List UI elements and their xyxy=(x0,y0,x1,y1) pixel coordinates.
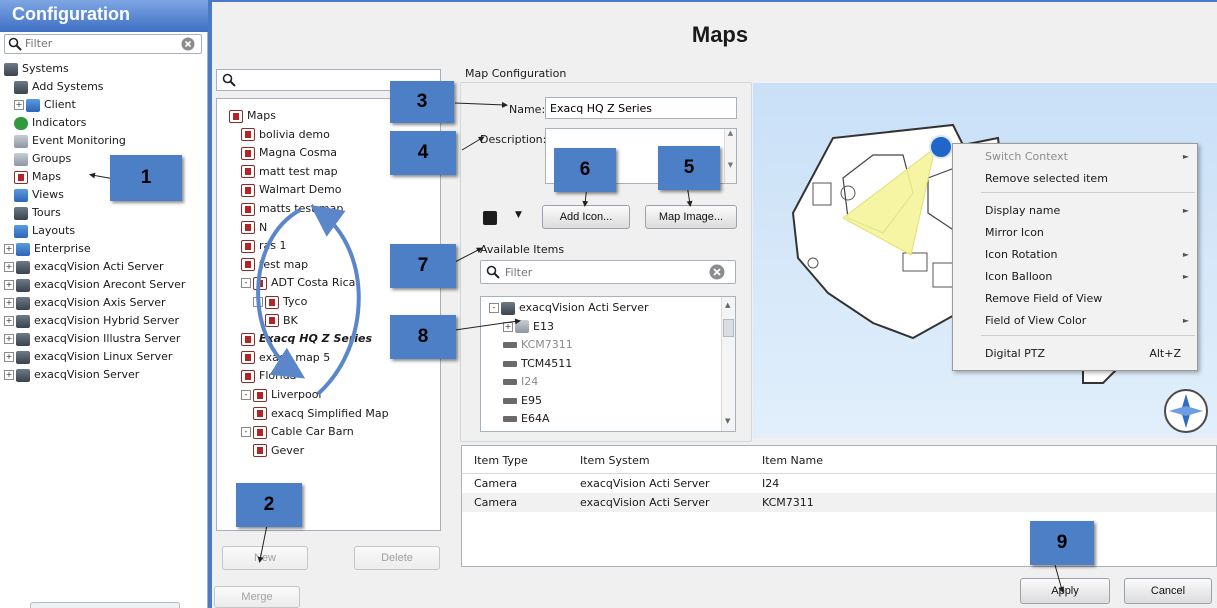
callout-5: 5 xyxy=(658,146,720,190)
callout-1: 1 xyxy=(110,155,182,201)
callout-3: 3 xyxy=(390,81,454,123)
callout-2: 2 xyxy=(236,483,302,527)
callout-7: 7 xyxy=(390,244,456,288)
callout-9: 9 xyxy=(1030,521,1094,565)
callout-8: 8 xyxy=(390,315,456,359)
annotation-arrows xyxy=(89,101,1065,593)
callout-4: 4 xyxy=(390,131,456,175)
callout-6: 6 xyxy=(554,148,616,192)
